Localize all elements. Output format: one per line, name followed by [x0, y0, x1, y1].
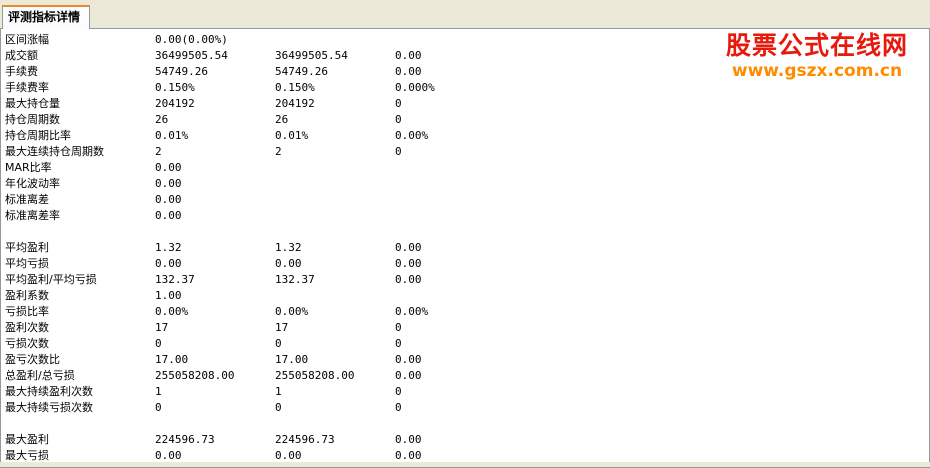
metric-value: 0 [275, 401, 282, 414]
tab-evaluation-details[interactable]: 评测指标详情 [2, 5, 90, 29]
metric-label: 最大持仓量 [5, 97, 60, 110]
metric-value: 0.00 [395, 241, 422, 254]
metric-value: 0.00% [275, 305, 309, 318]
metric-value: 0.00 [395, 49, 422, 62]
metric-value: 0.00 [155, 209, 182, 222]
metric-value: 0 [395, 321, 402, 334]
metric-value: 0.00 [395, 433, 422, 446]
metric-value: 0.00 [395, 273, 422, 286]
metric-value: 17 [275, 321, 289, 334]
metric-value: 17 [155, 321, 169, 334]
metric-value: 0.00 [155, 193, 182, 206]
metric-label: 成交额 [5, 49, 38, 62]
metric-value: 36499505.54 [155, 49, 228, 62]
metric-label: 盈亏次数比 [5, 353, 60, 366]
metric-label: 平均亏损 [5, 257, 49, 270]
metric-value: 1.00 [155, 289, 182, 302]
metric-value: 224596.73 [155, 433, 215, 446]
metric-value: 54749.26 [275, 65, 328, 78]
metric-value: 0.00 [395, 369, 422, 382]
metric-label: 标准离差 [5, 193, 49, 206]
tab-strip: 评测指标详情 [0, 0, 930, 29]
metric-value: 1 [155, 385, 162, 398]
metric-value: 1.32 [275, 241, 302, 254]
metric-value: 0.00(0.00%) [155, 33, 228, 46]
metric-value: 0 [395, 145, 402, 158]
watermark-url: www.gszx.com.cn [731, 61, 903, 81]
metric-value: 0 [275, 337, 282, 350]
metric-value: 17.00 [155, 353, 189, 366]
metric-value: 1.32 [155, 241, 182, 254]
metric-value: 0 [155, 401, 162, 414]
metric-value: 0 [155, 337, 162, 350]
metric-value: 0.00 [155, 257, 182, 270]
metric-label: 盈利系数 [5, 289, 49, 302]
metric-value: 0.00 [155, 161, 182, 174]
metric-value: 0.00 [395, 65, 422, 78]
metric-value: 0 [395, 97, 402, 110]
metric-value: 0.150% [155, 81, 195, 94]
metric-value: 1 [275, 385, 282, 398]
metric-label: 亏损比率 [5, 305, 49, 318]
metrics-panel: 区间涨幅 0.00(0.00%) 成交额 36499505.54 36499505.54… [0, 28, 930, 468]
metric-label: 持仓周期比率 [5, 129, 71, 142]
metric-label: 区间涨幅 [5, 33, 49, 46]
metric-label: 年化波动率 [5, 177, 60, 190]
watermark-title: 股票公式在线网 [725, 31, 908, 60]
metric-label: 平均盈利/平均亏损 [5, 273, 97, 286]
metric-value: 204192 [275, 97, 315, 110]
metric-value: 132.37 [275, 273, 315, 286]
metric-label: MAR比率 [5, 161, 52, 174]
metric-label: 标准离差率 [5, 209, 60, 222]
metric-label: 平均盈利 [5, 241, 49, 254]
metric-value: 36499505.54 [275, 49, 348, 62]
metric-value: 26 [275, 113, 289, 126]
metric-value: 0 [395, 337, 402, 350]
metric-value: 0.01% [155, 129, 189, 142]
bottom-strip [0, 462, 930, 467]
metric-label: 最大连续持仓周期数 [5, 145, 104, 158]
metric-value: 0.00 [155, 177, 182, 190]
metric-label: 总盈利/总亏损 [5, 369, 75, 382]
metric-label: 最大持续盈利次数 [5, 385, 93, 398]
metric-value: 0.00 [395, 353, 422, 366]
metric-value: 0.00% [395, 305, 429, 318]
metric-label: 手续费率 [5, 81, 49, 94]
metric-value: 0.00 [395, 257, 422, 270]
metric-value: 26 [155, 113, 169, 126]
metric-value: 132.37 [155, 273, 195, 286]
metric-value: 0.00% [395, 129, 429, 142]
metric-value: 0.000% [395, 81, 435, 94]
metric-label: 最大持续亏损次数 [5, 401, 93, 414]
metric-value: 17.00 [275, 353, 309, 366]
metric-value: 204192 [155, 97, 195, 110]
metric-value: 0 [395, 385, 402, 398]
metric-value: 0.01% [275, 129, 309, 142]
metric-label: 盈利次数 [5, 321, 49, 334]
metric-label: 最大盈利 [5, 433, 49, 446]
metric-value: 0.150% [275, 81, 315, 94]
metric-label: 持仓周期数 [5, 113, 60, 126]
metric-value: 0.00% [155, 305, 189, 318]
metric-label: 亏损次数 [5, 337, 49, 350]
metric-value: 0 [395, 113, 402, 126]
metric-value: 54749.26 [155, 65, 208, 78]
metric-value: 255058208.00 [155, 369, 235, 382]
metric-value: 2 [155, 145, 162, 158]
metric-label: 手续费 [5, 65, 38, 78]
metric-value: 2 [275, 145, 282, 158]
metric-value: 0 [395, 401, 402, 414]
metric-value: 0.00 [275, 257, 302, 270]
watermark-logo: 股票公式在线网 www.gszx.com.cn [717, 31, 917, 81]
metric-value: 255058208.00 [275, 369, 355, 382]
metric-value: 224596.73 [275, 433, 335, 446]
